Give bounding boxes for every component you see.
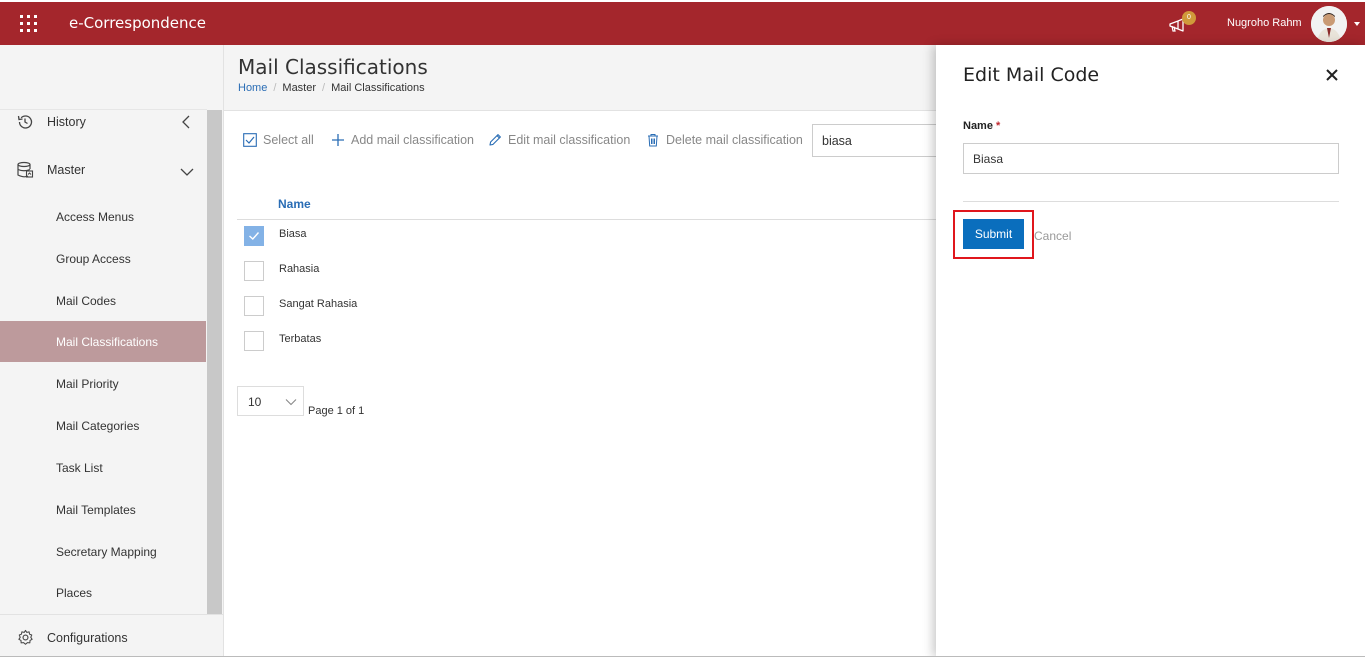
chevron-down-icon xyxy=(285,399,297,406)
sidebar-item-label: Places xyxy=(56,586,93,600)
page-title: Mail Classifications xyxy=(238,55,428,79)
grid-header: Name xyxy=(237,195,936,220)
sidebar-item-label: Mail Classifications xyxy=(56,335,159,349)
sidebar-item-mail-categories[interactable]: Mail Categories xyxy=(0,405,206,446)
table-row[interactable]: Rahasia xyxy=(237,254,936,289)
row-name-cell: Rahasia xyxy=(279,263,320,275)
user-photo xyxy=(1311,6,1347,42)
panel-divider xyxy=(963,201,1339,202)
sidebar-group-label: Master xyxy=(47,163,86,177)
sidebar-item-task-list[interactable]: Task List xyxy=(0,447,206,488)
avatar[interactable] xyxy=(1311,6,1347,42)
sidebar-item-mail-priority[interactable]: Mail Priority xyxy=(0,363,206,404)
sidebar-item-mail-codes[interactable]: Mail Codes xyxy=(0,280,206,321)
sidebar: History Master Access Menus Group Access… xyxy=(0,45,224,657)
table-row[interactable]: Terbatas xyxy=(237,324,936,359)
add-label: Add mail classification xyxy=(351,133,474,147)
sidebar-item-label: Mail Categories xyxy=(56,419,140,433)
sidebar-item-label: Task List xyxy=(56,461,103,475)
row-checkbox[interactable] xyxy=(244,296,264,316)
user-menu-caret-icon[interactable] xyxy=(1354,22,1360,26)
page-header: Mail Classifications Home / Master / Mail Cl… xyxy=(224,45,936,111)
chevron-down-icon xyxy=(180,168,194,176)
breadcrumb-current: Mail Classifications xyxy=(331,82,425,94)
page-size-value: 10 xyxy=(248,395,262,409)
plus-icon xyxy=(332,134,344,146)
edit-mail-code-panel: Edit Mail Code Name* Submit Cancel xyxy=(936,45,1365,657)
sidebar-group-label: History xyxy=(47,115,86,129)
checkbox-icon xyxy=(243,133,257,147)
row-name-cell: Terbatas xyxy=(279,333,322,345)
name-label-text: Name xyxy=(963,120,993,132)
user-name[interactable]: Nugroho Rahm xyxy=(1227,17,1302,29)
sidebar-item-label: Access Menus xyxy=(56,210,135,224)
sidebar-item-group-access[interactable]: Group Access xyxy=(0,238,206,279)
sidebar-item-label: Secretary Mapping xyxy=(56,545,157,559)
chevron-left-icon xyxy=(182,115,190,129)
sidebar-item-secretary-mapping[interactable]: Secretary Mapping xyxy=(0,531,206,572)
sidebar-scrollbar[interactable] xyxy=(207,110,222,615)
notification-button[interactable]: 0 xyxy=(1168,11,1196,34)
panel-title: Edit Mail Code xyxy=(963,64,1100,86)
history-icon xyxy=(17,115,33,129)
gear-icon xyxy=(18,629,33,645)
close-icon[interactable] xyxy=(1325,68,1339,82)
delete-label: Delete mail classification xyxy=(666,133,803,147)
sidebar-group-master[interactable]: Master xyxy=(0,151,207,191)
database-icon xyxy=(17,161,34,178)
sidebar-item-places[interactable]: Places xyxy=(0,572,206,613)
search-input[interactable]: biasa xyxy=(812,124,936,157)
sidebar-group-history[interactable]: History xyxy=(0,103,207,143)
sidebar-item-label: Mail Templates xyxy=(56,503,136,517)
breadcrumb-master[interactable]: Master xyxy=(282,82,316,94)
sidebar-item-label: Mail Priority xyxy=(56,377,119,391)
sidebar-item-mail-templates[interactable]: Mail Templates xyxy=(0,489,206,530)
pencil-icon xyxy=(489,134,501,146)
sidebar-item-label: Mail Codes xyxy=(56,294,117,308)
row-name-cell: Biasa xyxy=(279,228,307,240)
name-field-label: Name * xyxy=(963,120,1000,132)
breadcrumb-separator: / xyxy=(273,82,277,94)
row-name-cell: Sangat Rahasia xyxy=(279,298,358,310)
required-marker: * xyxy=(995,120,1001,132)
trash-icon xyxy=(648,134,658,147)
sidebar-item-label: Group Access xyxy=(56,252,131,266)
app-title[interactable]: e-Correspondence xyxy=(69,14,206,32)
cancel-button[interactable]: Cancel xyxy=(1034,229,1071,243)
edit-label: Edit mail classification xyxy=(508,133,631,147)
row-checkbox[interactable] xyxy=(244,331,264,351)
command-bar: Select all Add mail classification Edit … xyxy=(224,124,936,158)
column-header-name[interactable]: Name xyxy=(278,197,311,211)
breadcrumb-home[interactable]: Home xyxy=(238,82,267,94)
breadcrumb: Home / Master / Mail Classifications xyxy=(238,82,425,94)
name-field[interactable] xyxy=(963,143,1339,174)
sidebar-item-access-menus[interactable]: Access Menus xyxy=(0,196,206,237)
notification-badge: 0 xyxy=(1182,11,1196,25)
check-icon xyxy=(249,232,260,240)
submit-button[interactable]: Submit xyxy=(963,219,1024,249)
table-row[interactable]: Sangat Rahasia xyxy=(237,289,936,324)
sidebar-group-configurations[interactable]: Configurations xyxy=(0,614,223,657)
sidebar-group-label: Configurations xyxy=(47,631,128,645)
app-launcher-icon[interactable] xyxy=(20,15,37,32)
top-bar: e-Correspondence 0 Nugroho Rahm xyxy=(0,0,1365,45)
page-info: Page 1 of 1 xyxy=(308,405,365,417)
table-row[interactable]: Biasa xyxy=(237,219,936,254)
breadcrumb-separator: / xyxy=(322,82,326,94)
sidebar-item-mail-classifications[interactable]: Mail Classifications xyxy=(0,321,206,362)
select-all-label: Select all xyxy=(263,133,314,147)
row-checkbox[interactable] xyxy=(244,261,264,281)
page-size-select[interactable]: 10 xyxy=(237,386,304,416)
row-checkbox[interactable] xyxy=(244,226,264,246)
